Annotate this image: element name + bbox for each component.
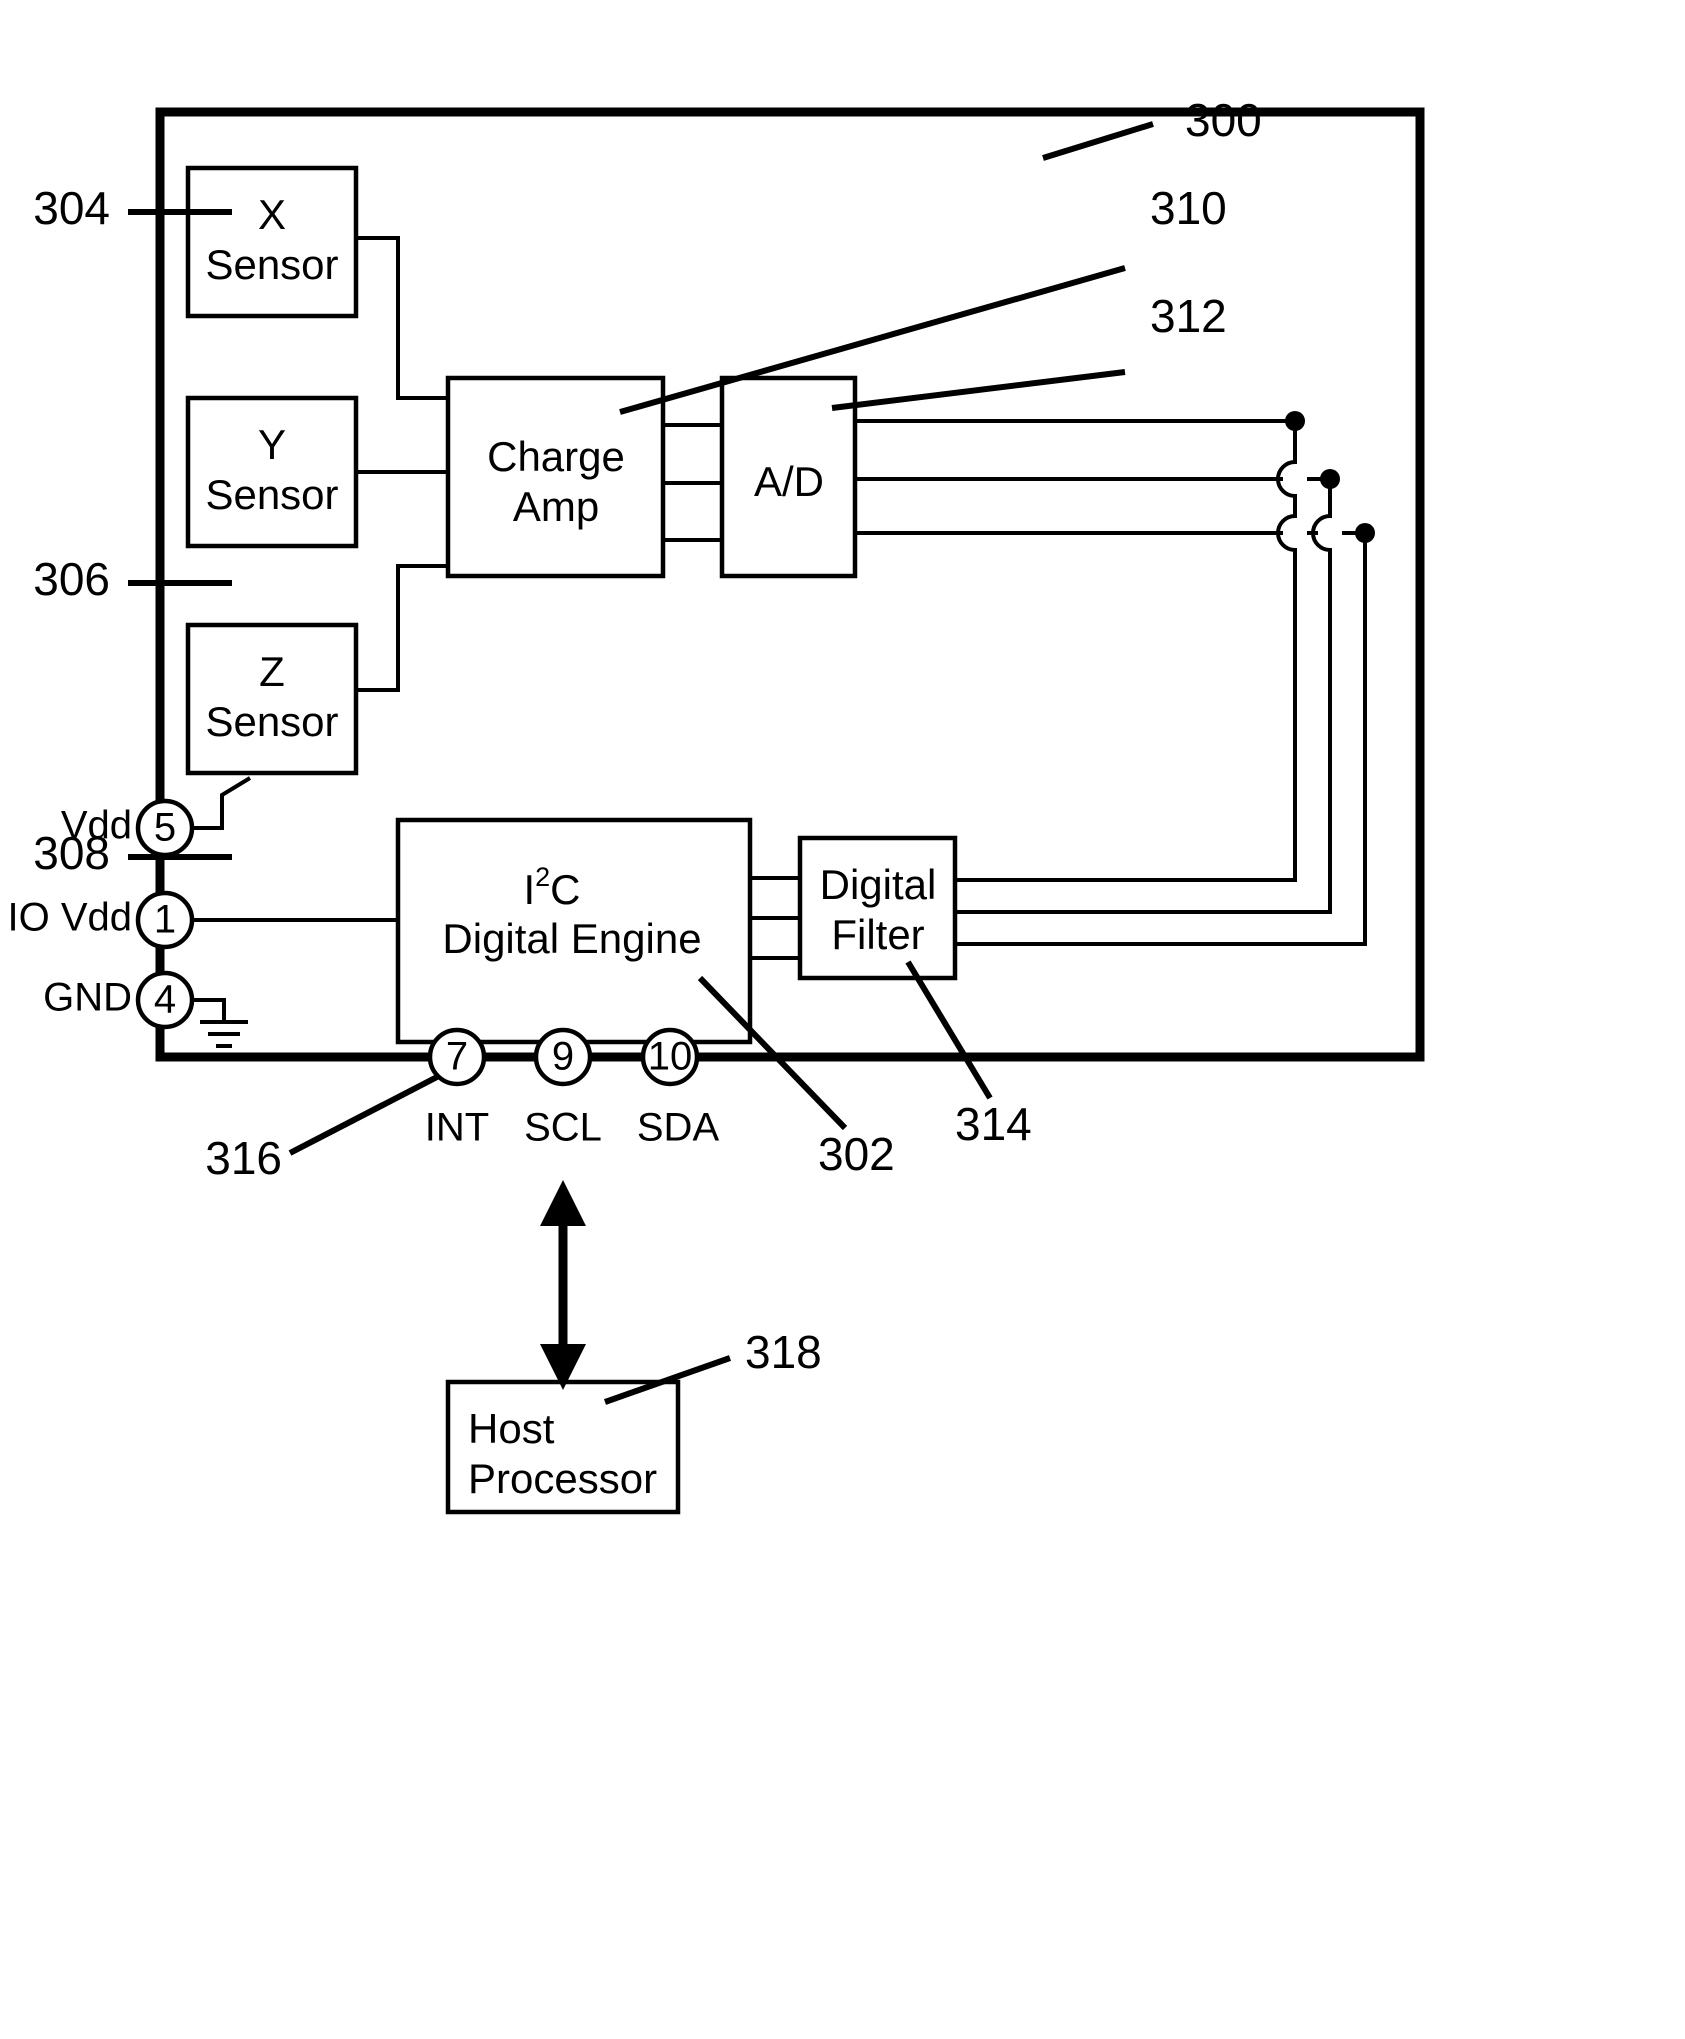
digital-filter-label-line2: Filter bbox=[831, 911, 924, 958]
ref-numeral-306: 306 bbox=[33, 553, 110, 605]
ref-numeral-314: 314 bbox=[955, 1098, 1032, 1150]
leader-316 bbox=[288, 1074, 439, 1156]
ref-numeral-300: 300 bbox=[1185, 94, 1262, 146]
ref-numeral-310: 310 bbox=[1150, 182, 1227, 234]
z-sensor-label-line1: Z bbox=[259, 648, 285, 695]
ref-numeral-302: 302 bbox=[818, 1128, 895, 1180]
pin-label-io-vdd: IO Vdd bbox=[7, 896, 132, 940]
ref-numeral-316: 316 bbox=[205, 1132, 282, 1184]
host-link-arrow-head-up bbox=[540, 1180, 586, 1226]
host-processor-label-line2: Processor bbox=[468, 1455, 657, 1502]
y-sensor-label-line1: Y bbox=[258, 421, 286, 468]
adc-label: A/D bbox=[754, 458, 824, 505]
ref-numeral-304: 304 bbox=[33, 182, 110, 234]
pin-label-int: INT bbox=[425, 1106, 489, 1150]
pin-number-gnd: 4 bbox=[154, 978, 176, 1022]
y-sensor-label-line2: Sensor bbox=[205, 471, 338, 518]
patent-figure: X Sensor Y Sensor Z Sensor Charge Amp A/… bbox=[0, 0, 1685, 2039]
x-sensor-label-line1: X bbox=[258, 191, 286, 238]
ref-numeral-318: 318 bbox=[745, 1326, 822, 1378]
z-sensor-label-line2: Sensor bbox=[205, 698, 338, 745]
digital-engine-i: I bbox=[523, 866, 535, 913]
charge-amp-label-line2: Amp bbox=[513, 483, 599, 530]
block-diagram-canvas: X Sensor Y Sensor Z Sensor Charge Amp A/… bbox=[7, 94, 1425, 1515]
ref-numeral-312: 312 bbox=[1150, 290, 1227, 342]
x-sensor-label-line2: Sensor bbox=[205, 241, 338, 288]
pin-label-gnd: GND bbox=[43, 976, 132, 1020]
digital-filter-label-line1: Digital bbox=[820, 861, 937, 908]
digital-engine-c: C bbox=[550, 866, 580, 913]
host-processor-label-line1: Host bbox=[468, 1405, 555, 1452]
pin-number-int: 7 bbox=[446, 1035, 468, 1079]
pin-number-scl: 9 bbox=[552, 1035, 574, 1079]
pin-label-sda: SDA bbox=[637, 1106, 720, 1150]
pin-number-sda: 10 bbox=[648, 1035, 693, 1079]
pin-label-scl: SCL bbox=[524, 1106, 602, 1150]
charge-amp-label-line1: Charge bbox=[487, 433, 625, 480]
pin-number-vdd: 5 bbox=[154, 806, 176, 850]
digital-engine-label-line2: Digital Engine bbox=[442, 915, 701, 962]
digital-engine-superscript-2: 2 bbox=[535, 862, 550, 892]
pin-number-io-vdd: 1 bbox=[154, 898, 176, 942]
ref-numeral-308: 308 bbox=[33, 827, 110, 879]
digital-engine-label-line1: I2C bbox=[523, 862, 580, 913]
